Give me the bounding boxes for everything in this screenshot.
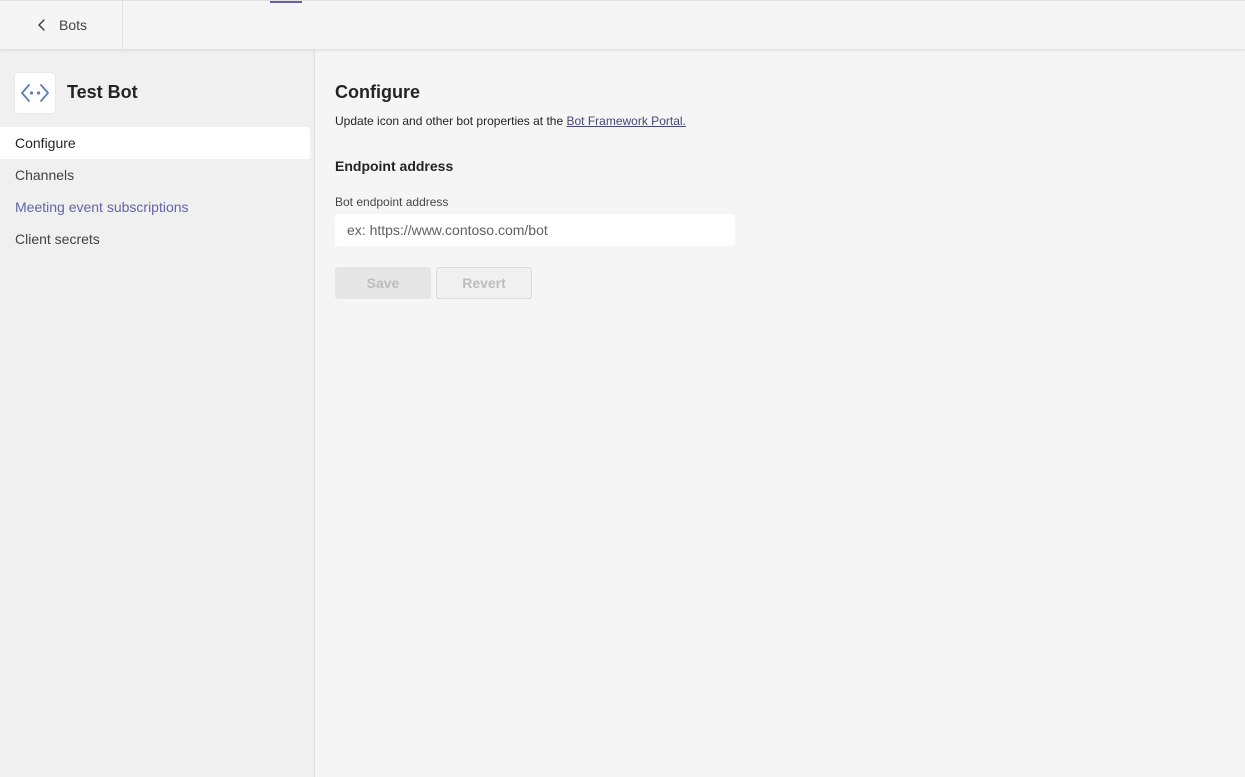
back-to-bots-button[interactable]: Bots (0, 1, 123, 49)
sidebar: Test Bot Configure Channels Meeting even… (0, 49, 315, 777)
sidebar-item-channels[interactable]: Channels (0, 159, 310, 191)
section-title-endpoint: Endpoint address (335, 158, 454, 174)
main-content: Configure Update icon and other bot prop… (335, 49, 1215, 749)
sidebar-item-configure[interactable]: Configure (0, 127, 310, 159)
revert-button[interactable]: Revert (436, 267, 532, 299)
subtitle-text: Update icon and other bot properties at … (335, 114, 567, 128)
endpoint-field-label: Bot endpoint address (335, 195, 449, 209)
page-subtitle: Update icon and other bot properties at … (335, 114, 686, 128)
chevron-left-icon (38, 19, 45, 31)
bot-framework-portal-link[interactable]: Bot Framework Portal. (567, 114, 686, 128)
sidebar-item-meeting-event-subscriptions[interactable]: Meeting event subscriptions (0, 191, 310, 223)
bot-code-icon (15, 73, 55, 113)
top-bar: Bots (0, 0, 1245, 49)
save-button[interactable]: Save (335, 267, 431, 299)
sidebar-item-client-secrets[interactable]: Client secrets (0, 223, 310, 255)
app-title: Test Bot (67, 82, 138, 102)
back-label: Bots (59, 17, 88, 33)
bot-endpoint-input[interactable] (335, 214, 735, 246)
page-title: Configure (335, 82, 420, 102)
active-tab-indicator (270, 1, 302, 3)
